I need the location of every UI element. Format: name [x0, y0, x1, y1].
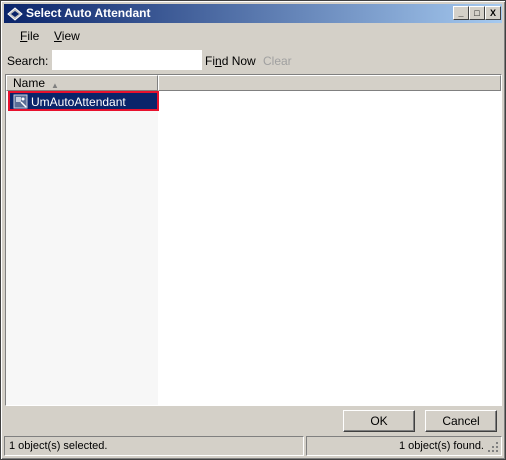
- minimize-button[interactable]: _: [453, 6, 469, 20]
- resize-grip-icon[interactable]: [487, 441, 499, 453]
- menu-view-label: iew: [61, 29, 80, 43]
- status-selected-text: 1 object(s) selected.: [9, 440, 108, 452]
- name-column-pane: [6, 75, 158, 405]
- find-now-button[interactable]: Find Now: [205, 54, 256, 68]
- ok-button[interactable]: OK: [343, 410, 415, 432]
- find-now-label-start: Fi: [205, 54, 215, 68]
- column-header-name-label: Name: [13, 76, 46, 90]
- title-bar[interactable]: Select Auto Attendant _ □ X: [4, 4, 502, 23]
- results-list[interactable]: Name ▲ UmAutoAttendant: [5, 74, 502, 406]
- menu-file-label: ile: [27, 29, 40, 43]
- menu-view-mnemonic: V: [54, 29, 62, 43]
- column-header-empty[interactable]: [158, 75, 501, 91]
- auto-attendant-icon: [13, 94, 28, 109]
- status-panel-selected: 1 object(s) selected.: [4, 436, 304, 456]
- search-label: Search:: [7, 54, 49, 68]
- close-button[interactable]: X: [485, 6, 501, 20]
- menu-file[interactable]: File: [16, 28, 43, 44]
- find-now-label-end: d Now: [221, 54, 256, 68]
- clear-button[interactable]: Clear: [263, 54, 292, 68]
- search-input[interactable]: [52, 50, 202, 70]
- auto-attendant-app-icon: [7, 7, 23, 21]
- find-now-mnemonic: n: [215, 54, 222, 68]
- maximize-button[interactable]: □: [469, 6, 485, 20]
- dialog-window: Select Auto Attendant _ □ X File View Se…: [0, 0, 506, 460]
- status-bar: 1 object(s) selected. 1 object(s) found.: [4, 436, 502, 456]
- status-found-text: 1 object(s) found.: [399, 440, 484, 452]
- column-header-name[interactable]: Name ▲: [6, 75, 158, 91]
- cancel-button[interactable]: Cancel: [425, 410, 497, 432]
- window-title: Select Auto Attendant: [26, 6, 151, 20]
- menu-view[interactable]: View: [50, 28, 84, 44]
- search-toolbar: Search: Find Now Clear: [4, 48, 502, 74]
- list-item-name: UmAutoAttendant: [31, 95, 126, 109]
- status-panel-found: 1 object(s) found.: [306, 436, 502, 456]
- list-item[interactable]: UmAutoAttendant: [8, 91, 159, 111]
- menu-bar: File View: [4, 26, 502, 46]
